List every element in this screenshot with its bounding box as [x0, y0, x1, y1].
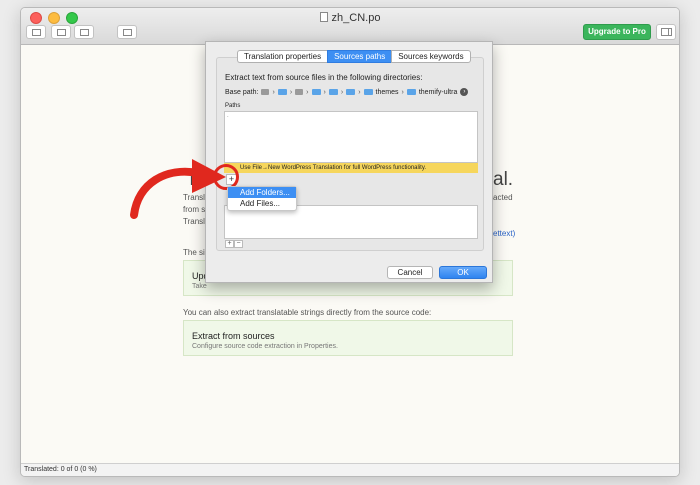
- window-title-text: zh_CN.po: [331, 12, 381, 24]
- folder-icon: [311, 89, 321, 95]
- background-line-1-right: acted: [493, 193, 513, 202]
- add-path-menu: Add Folders... Add Files...: [227, 186, 297, 211]
- background-heading-right: al.: [493, 169, 514, 190]
- status-bar: Translated: 0 of 0 (0 %): [21, 463, 679, 476]
- sync-icon: [57, 29, 66, 36]
- toolbar-sync-button[interactable]: [51, 25, 71, 39]
- arrow-right-icon[interactable]: ›: [460, 88, 469, 96]
- save-icon: [123, 29, 132, 36]
- tab-translation-properties[interactable]: Translation properties: [237, 50, 328, 63]
- dialog-tabs: Translation properties Sources paths Sou…: [237, 50, 471, 63]
- extract-prompt-text: You can also extract translatable string…: [183, 308, 432, 317]
- paths-list-item[interactable]: .: [227, 113, 229, 119]
- ok-button[interactable]: OK: [439, 266, 487, 279]
- upgrade-to-pro-button[interactable]: Upgrade to Pro: [583, 24, 651, 40]
- checkbox-icon: [32, 29, 41, 36]
- paths-list[interactable]: .: [224, 111, 478, 163]
- document-icon: [319, 12, 328, 22]
- toolbar-save-button[interactable]: [117, 25, 137, 39]
- folder-icon: [277, 89, 287, 95]
- extract-card-subtitle: Configure source code extraction in Prop…: [192, 343, 338, 350]
- menu-item-add-folders[interactable]: Add Folders...: [228, 187, 296, 198]
- toolbar-edit-button[interactable]: [74, 25, 94, 39]
- sidebar-toggle-button[interactable]: [656, 24, 676, 40]
- excluded-paths-controls: + −: [225, 240, 243, 248]
- extract-from-sources-card[interactable]: Extract from sources Configure source co…: [183, 320, 513, 356]
- base-path-segment-theme: themify-ultra: [418, 88, 458, 96]
- base-path-segment-themes: themes: [375, 88, 399, 96]
- edit-icon: [80, 29, 89, 36]
- base-path-label: Base path:: [225, 88, 259, 96]
- tab-content: Extract text from source files in the fo…: [216, 57, 484, 251]
- update-card-subtitle: Take: [192, 283, 207, 290]
- titlebar: zh_CN.po Upgrade to Pro: [21, 8, 679, 45]
- folder-icon: [328, 89, 338, 95]
- background-simple-text: The si: [183, 248, 205, 257]
- remove-excluded-path-button[interactable]: −: [234, 240, 243, 248]
- base-path-row: Base path: › › › › › › themes › themify-u…: [225, 88, 469, 96]
- folder-icon: [406, 89, 416, 95]
- window-title: zh_CN.po: [21, 12, 679, 24]
- extract-card-title: Extract from sources: [192, 331, 275, 341]
- tab-sources-paths[interactable]: Sources paths: [327, 50, 392, 63]
- sidebar-icon: [661, 28, 672, 36]
- folder-icon: [346, 89, 356, 95]
- sources-heading: Extract text from source files in the fo…: [225, 73, 423, 82]
- tab-sources-keywords[interactable]: Sources keywords: [391, 50, 471, 63]
- menu-item-add-files[interactable]: Add Files...: [228, 198, 296, 209]
- disk-icon: [295, 89, 304, 95]
- catalog-properties-sheet: Translation properties Sources paths Sou…: [205, 41, 493, 283]
- paths-label: Paths: [225, 103, 241, 109]
- disk-icon: [261, 89, 270, 95]
- add-excluded-path-button[interactable]: +: [225, 240, 234, 248]
- wordpress-warning-banner: Use File→New WordPress Translation for f…: [224, 163, 478, 173]
- cancel-button[interactable]: Cancel: [387, 266, 433, 279]
- folder-icon: [363, 89, 373, 95]
- gettext-link[interactable]: ettext): [493, 229, 515, 238]
- toolbar-validate-button[interactable]: [26, 25, 46, 39]
